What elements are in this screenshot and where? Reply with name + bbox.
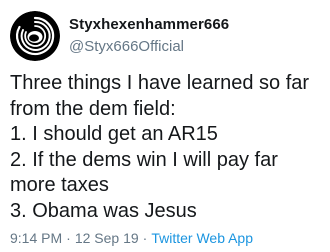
tweet-line: Three things I have learned so far — [10, 72, 310, 94]
tweet-source-link[interactable]: Twitter Web App — [151, 230, 253, 246]
tweet-line: more taxes — [10, 174, 109, 196]
tweet-line: 2. If the dems win I will pay far — [10, 148, 278, 171]
separator: · — [66, 230, 71, 246]
tweet-line: 1. I should get an AR15 — [10, 123, 218, 145]
display-name[interactable]: Styxhexenhammer666 — [69, 16, 229, 33]
tweet-card: Styxhexenhammer666 @Styx666Official Thre… — [0, 0, 330, 252]
tweet-metadata: 9:14 PM · 12 Sep 19 · Twitter Web App — [10, 230, 253, 246]
separator: · — [142, 230, 148, 246]
tweet-text: Three things I have learned so far from … — [10, 71, 330, 224]
user-handle[interactable]: @Styx666Official — [69, 38, 184, 55]
tweet-line: 3. Obama was Jesus — [10, 199, 197, 222]
tweet-time[interactable]: 9:14 PM — [10, 230, 62, 246]
avatar[interactable] — [10, 11, 60, 61]
tweet-date[interactable]: 12 Sep 19 — [75, 230, 139, 246]
tweet-line: from the dem field: — [10, 97, 176, 120]
black-swirl-avatar-icon — [10, 11, 60, 61]
